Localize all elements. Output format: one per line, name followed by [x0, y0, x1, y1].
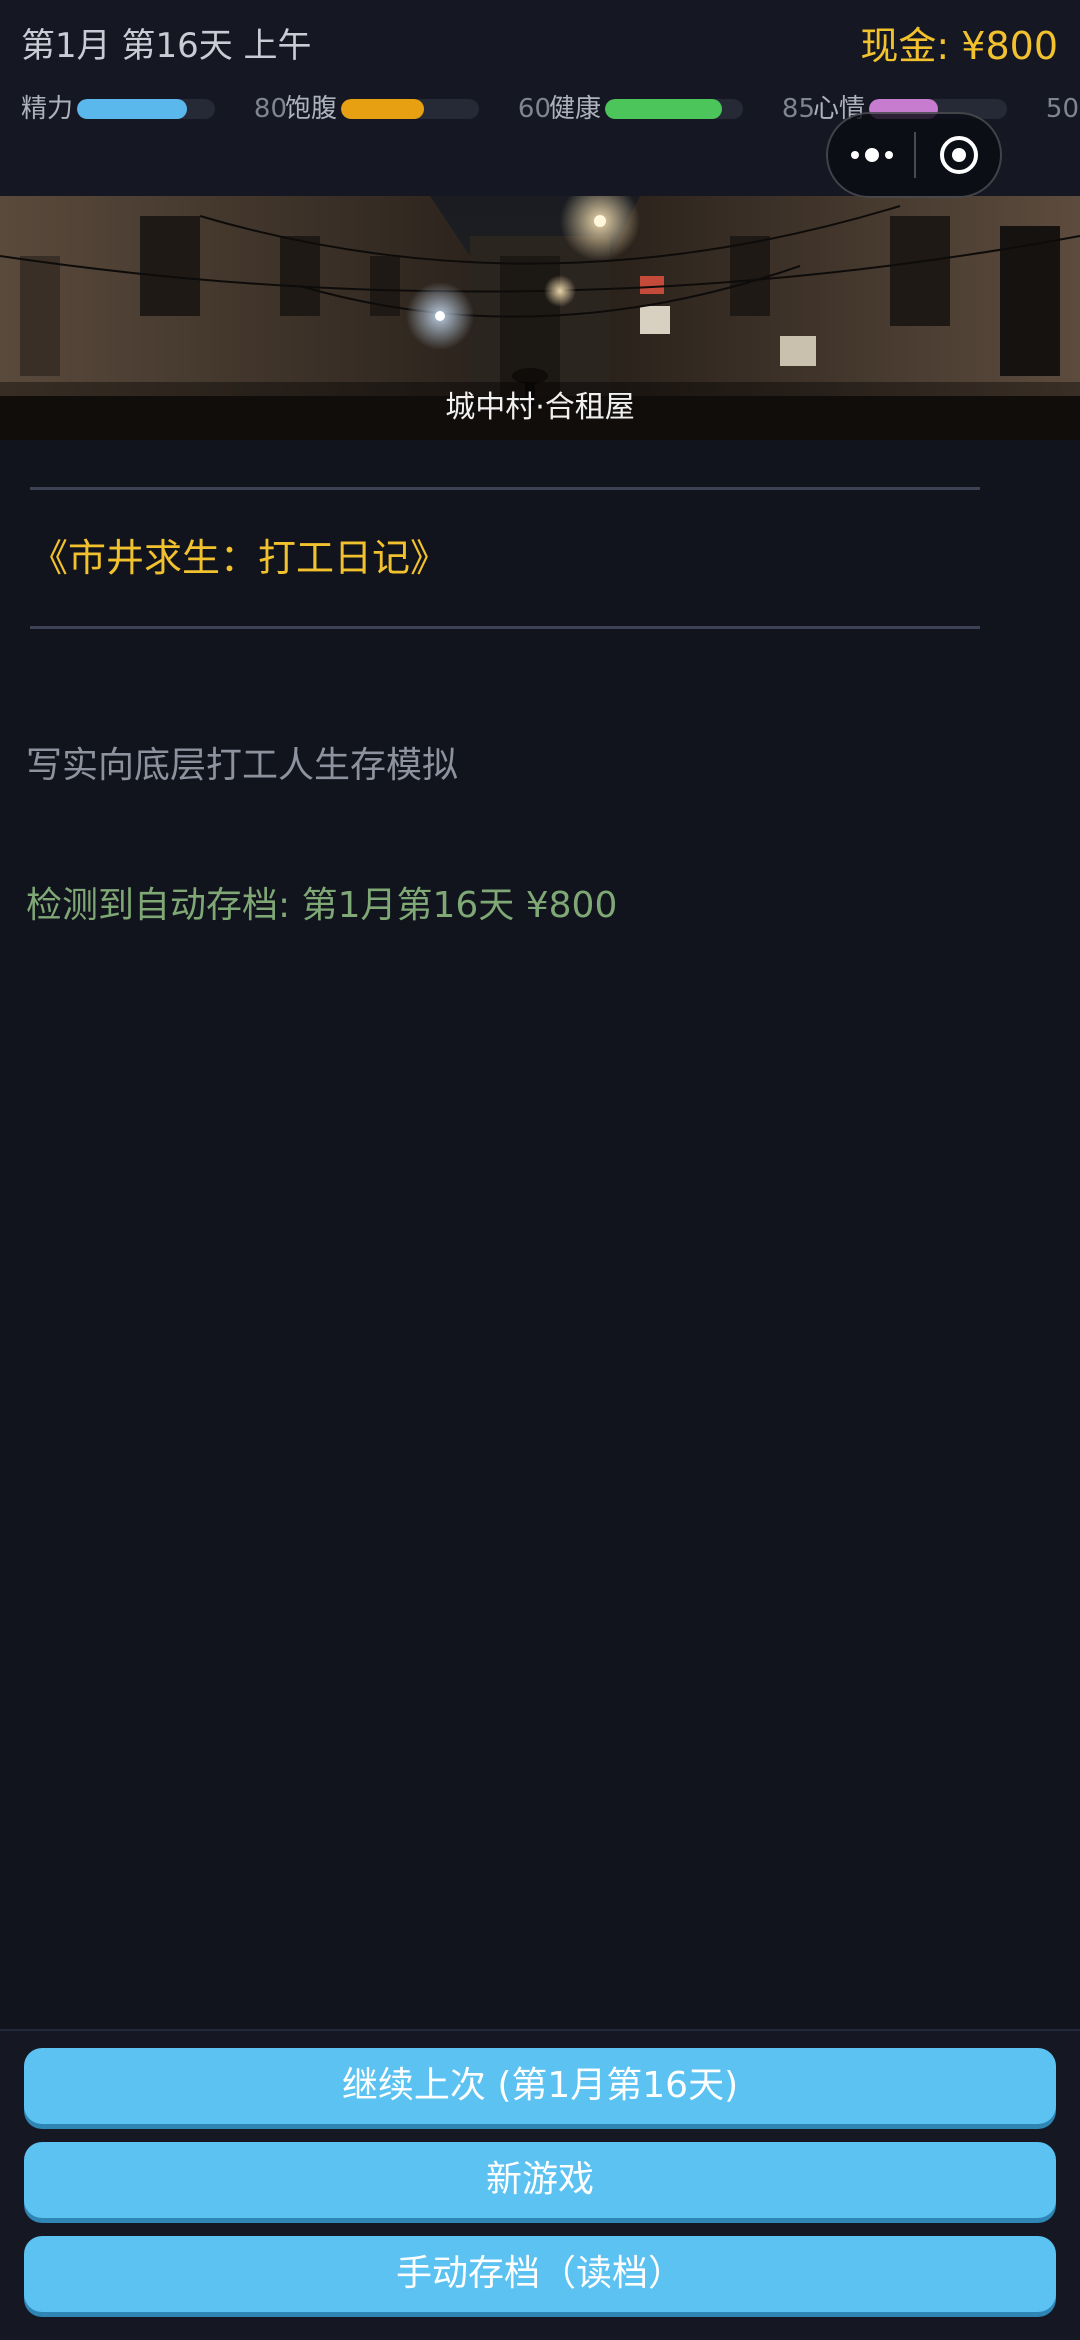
miniprogram-capsule	[826, 112, 1002, 198]
action-panel: 继续上次 (第1月第16天) 新游戏 手动存档（读档）	[0, 2029, 1080, 2340]
stat-health-track	[605, 99, 743, 119]
stat-satiety-fill	[341, 99, 424, 119]
stat-mood-value: 50	[1045, 94, 1079, 124]
game-date: 第1月 第16天 上午	[21, 26, 312, 66]
more-dots-icon[interactable]	[828, 114, 916, 196]
stat-satiety: 饱腹 60	[285, 88, 551, 130]
stat-health-value: 85	[781, 94, 815, 124]
stat-energy-track	[77, 99, 215, 119]
manual-save-button[interactable]: 手动存档（读档）	[24, 2236, 1056, 2312]
scene-image: 城中村·合租屋	[0, 196, 1080, 440]
location-caption: 城中村·合租屋	[445, 390, 635, 425]
continue-button[interactable]: 继续上次 (第1月第16天)	[24, 2048, 1056, 2124]
cash-amount: 现金: ¥800	[860, 24, 1058, 68]
stat-health: 健康 85	[549, 88, 815, 130]
title-divider-bottom	[30, 626, 980, 629]
close-target-icon[interactable]	[916, 114, 1002, 196]
stat-energy-value: 80	[253, 94, 287, 124]
stat-satiety-value: 60	[517, 94, 551, 124]
stat-satiety-track	[341, 99, 479, 119]
stat-satiety-label: 饱腹	[285, 94, 338, 124]
game-subtitle: 写实向底层打工人生存模拟	[26, 745, 459, 786]
stat-energy-fill	[77, 99, 188, 119]
stat-health-label: 健康	[549, 94, 602, 124]
title-divider-top	[30, 487, 980, 490]
autosave-notice: 检测到自动存档: 第1月第16天 ¥800	[26, 885, 618, 926]
new-game-button[interactable]: 新游戏	[24, 2142, 1056, 2218]
stat-energy: 精力 80	[21, 88, 287, 130]
game-title: 《市井求生：打工日记》	[30, 536, 449, 580]
stat-energy-label: 精力	[21, 94, 74, 124]
stat-health-fill	[605, 99, 723, 119]
